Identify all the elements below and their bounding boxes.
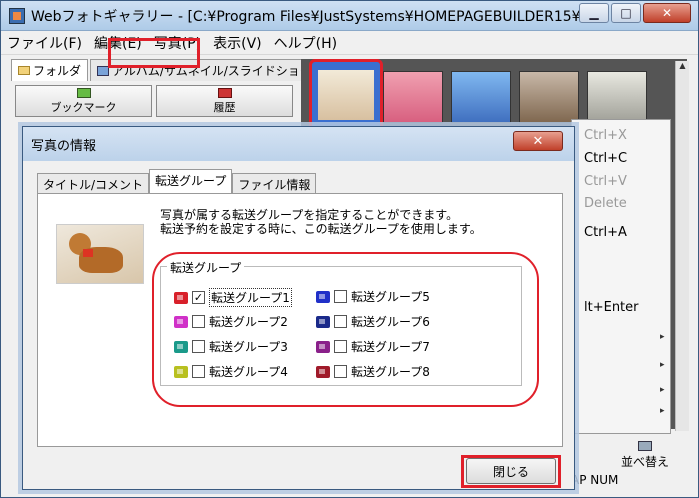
app-icon [9,7,25,24]
group-1-checkbox[interactable]: ✓ [192,291,205,304]
dialog-title: 写真の情報 [31,138,97,154]
tab-folder[interactable]: フォルダ [11,59,89,81]
group-1[interactable]: ✓ 転送グループ1 [174,288,292,307]
group-7[interactable]: 転送グループ7 [316,338,430,355]
group-7-checkbox[interactable] [334,340,347,353]
group-6[interactable]: 転送グループ6 [316,313,430,330]
ribbon [83,249,93,257]
maximize-icon: □ [620,6,632,20]
history-icon [217,87,232,98]
flag-icon [316,290,330,303]
tab-file-info[interactable]: ファイル情報 [232,173,317,193]
group-6-checkbox[interactable] [334,315,347,328]
flag-icon [316,315,330,328]
dialog-title-bar: 写真の情報 ✕ [23,127,574,161]
folder-icon [18,66,30,75]
sort-label: 並べ替え [620,455,669,469]
context-shortcut[interactable]: Ctrl+V [584,174,627,189]
context-shortcut[interactable]: lt+Enter [584,300,639,315]
flag-icon [174,340,188,353]
submenu-arrow-icon: ▸ [660,332,665,342]
group-6-label: 転送グループ6 [351,315,430,329]
group-1-label: 転送グループ1 [209,288,292,307]
group-8-label: 転送グループ8 [351,365,430,379]
window-title: Webフォトギャラリー - [C:¥Program Files¥JustSyst… [31,8,591,25]
flag-icon [316,340,330,353]
thumbnail[interactable] [587,71,647,123]
tab-transfer-group[interactable]: 転送グループ [149,169,233,193]
group-5-label: 転送グループ5 [351,290,430,304]
tab-highlight-annotation [108,38,200,68]
scroll-up-icon[interactable]: ▲ [676,61,689,70]
group-2-checkbox[interactable] [192,315,205,328]
group-2-label: 転送グループ2 [209,315,288,329]
group-7-label: 転送グループ7 [351,340,430,354]
dialog-close-button[interactable]: ✕ [513,131,563,151]
context-shortcut[interactable]: Ctrl+C [584,151,627,166]
submenu-arrow-icon: ▸ [660,385,665,395]
group-5-checkbox[interactable] [334,290,347,303]
close-window-button[interactable]: ✕ [643,3,691,23]
bookmark-button[interactable]: ブックマーク [15,85,152,117]
num-indicator: NUM [590,473,619,487]
tab-folder-label: フォルダ [33,64,82,78]
context-shortcut[interactable]: Delete [584,196,627,211]
flag-icon [174,315,188,328]
dialog-tabs: タイトル/コメント 転送グループ ファイル情報 [37,169,317,193]
history-label: 履歴 [213,100,236,114]
group-5[interactable]: 転送グループ5 [316,288,430,305]
group-2[interactable]: 転送グループ2 [174,313,288,330]
bookmark-label: ブックマーク [50,100,117,114]
thumbnail[interactable] [451,71,511,123]
group-3-checkbox[interactable] [192,340,205,353]
group-4[interactable]: 転送グループ4 [174,363,288,380]
submenu-arrow-icon: ▸ [660,360,665,370]
menu-view[interactable]: 表示(V) [213,33,262,53]
flag-icon [174,291,188,304]
flag-icon [316,365,330,378]
minimize-icon: ▁ [589,6,599,20]
group-8-checkbox[interactable] [334,365,347,378]
flag-icon [174,365,188,378]
menu-help[interactable]: ヘルプ(H) [274,33,337,53]
close-icon: ✕ [532,133,544,149]
left-toolbar: ブックマーク 履歴 [15,85,293,117]
group-4-label: 転送グループ4 [209,365,288,379]
sort-icon [638,441,652,451]
context-menu: Ctrl+X Ctrl+C Ctrl+V Delete Ctrl+A lt+En… [571,119,671,434]
maximize-button[interactable]: □ [611,3,641,23]
history-button[interactable]: 履歴 [156,85,293,117]
menu-file[interactable]: ファイル(F) [7,33,82,53]
description: 写真が属する転送グループを指定することができます。 転送予約を設定する時に、この… [160,208,482,236]
submenu-arrow-icon: ▸ [660,406,665,416]
context-shortcut[interactable]: Ctrl+X [584,128,627,143]
sort-button[interactable]: 並べ替え [617,441,673,471]
group-4-checkbox[interactable] [192,365,205,378]
selected-thumbnail[interactable] [309,59,383,135]
status-indicators: AP NUM [571,473,618,487]
description-line1: 写真が属する転送グループを指定することができます。 [160,208,459,222]
tab-title-comment[interactable]: タイトル/コメント [37,173,150,193]
photo-preview [56,224,144,284]
thumbnail[interactable] [383,71,443,123]
close-icon: ✕ [661,6,673,20]
vertical-scrollbar[interactable]: ▲ [675,61,689,431]
selected-thumbnail-image [318,70,374,120]
group-3-label: 転送グループ3 [209,340,288,354]
context-shortcut[interactable]: Ctrl+A [584,225,627,240]
close-button-highlight-annotation [461,455,561,488]
description-line2: 転送予約を設定する時に、この転送グループを使用します。 [160,222,482,236]
bookmark-icon [76,87,91,98]
group-3[interactable]: 転送グループ3 [174,338,288,355]
thumbnail[interactable] [519,71,579,123]
menu-bar: ファイル(F) 編集(E) 写真(P) 表示(V) ヘルプ(H) [1,31,698,55]
minimize-button[interactable]: ▁ [579,3,609,23]
group-8[interactable]: 転送グループ8 [316,363,430,380]
